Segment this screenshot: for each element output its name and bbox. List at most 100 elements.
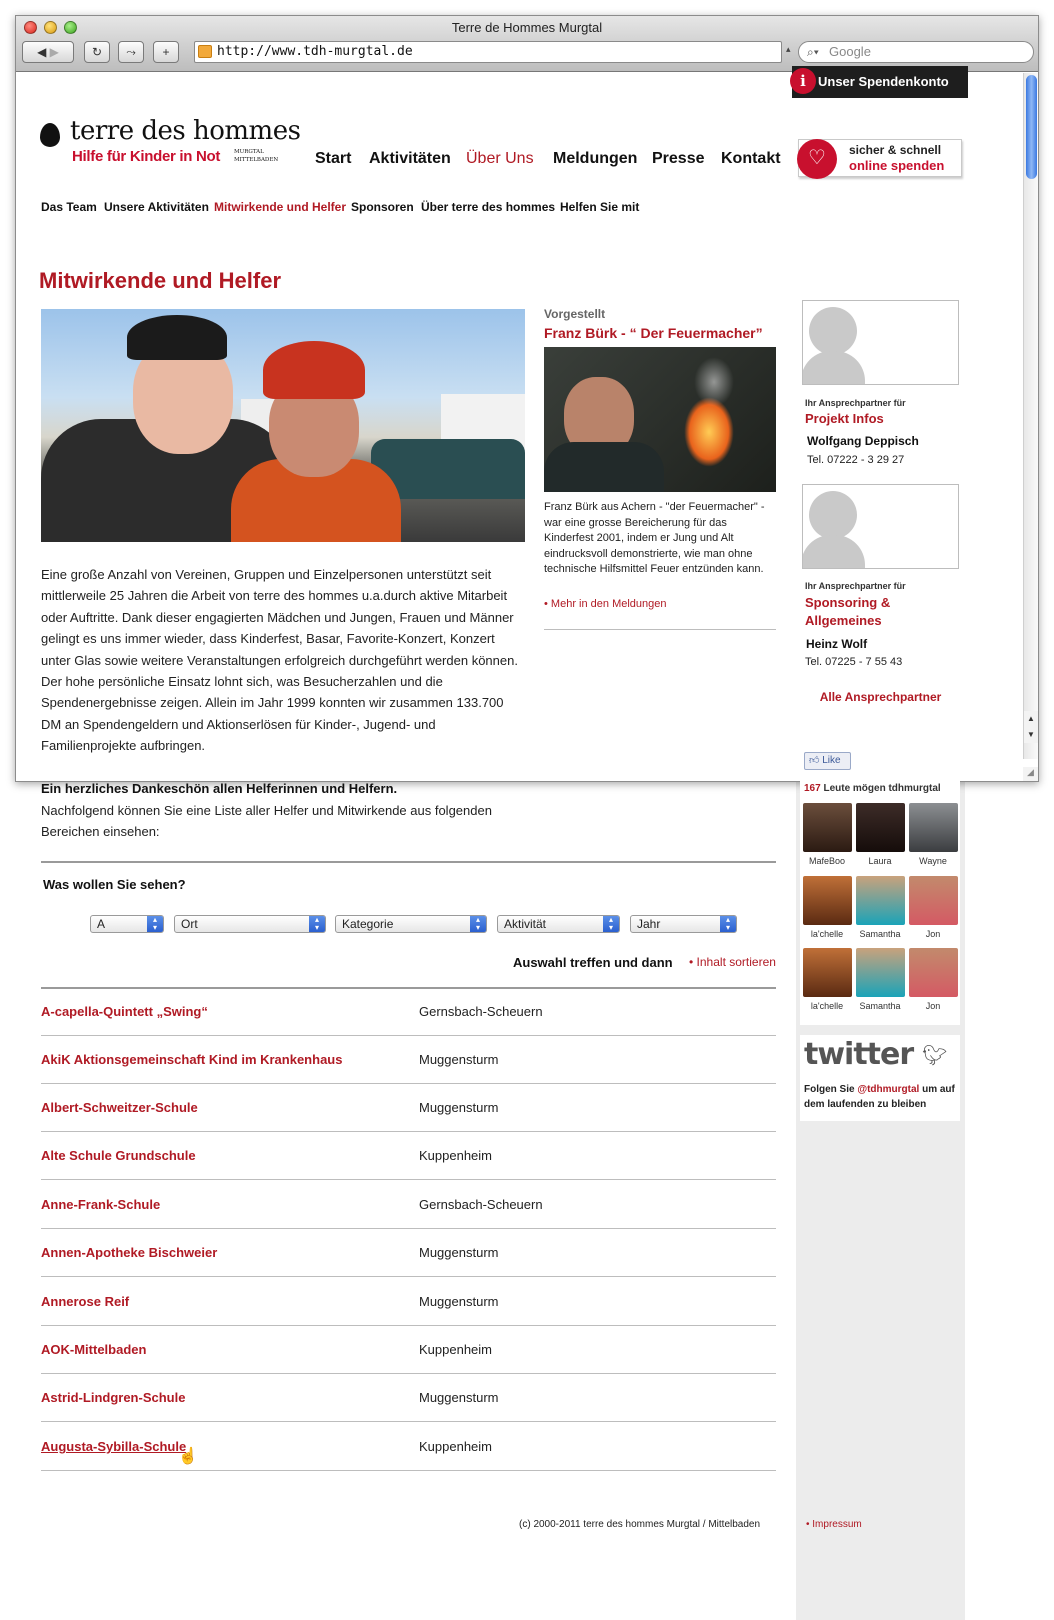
site-icon (198, 45, 212, 58)
table-row: A-capella-Quintett „Swing“ Gernsbach-Sche… (41, 988, 776, 1036)
footer-copyright: (c) 2000-2011 terre des hommes Murgtal /… (519, 1519, 761, 1530)
select-ort[interactable]: Ort ▴ ▾ (174, 915, 326, 933)
table-row: Albert-Schweitzer-Schule Muggensturm (41, 1084, 776, 1132)
url-dropdown-icon[interactable]: ▴ (786, 44, 791, 55)
subnav-helfen[interactable]: Helfen Sie mit (560, 200, 639, 214)
avatar[interactable] (856, 948, 905, 997)
helper-name-link[interactable]: A-capella-Quintett „Swing“ (41, 1004, 208, 1019)
helper-name-link[interactable]: AkiK Aktionsgemeinschaft Kind im Kranken… (41, 1052, 342, 1067)
select-arrows-icon: ▴ ▾ (309, 916, 325, 932)
subnav-sponsoren[interactable]: Sponsoren (351, 200, 414, 214)
nav-ueber-uns[interactable]: Über Uns (466, 150, 534, 168)
fan-name[interactable]: Laura (850, 856, 910, 866)
fan-name[interactable]: Jon (903, 929, 963, 939)
impressum-link[interactable]: • Impressum (806, 1519, 862, 1530)
select-letter-value: A (97, 917, 106, 931)
select-kategorie-value: Kategorie (342, 917, 394, 931)
fan-name[interactable]: la'chelle (797, 1001, 857, 1011)
add-bookmark-button[interactable]: + (153, 41, 179, 63)
like-label: Like (822, 755, 841, 766)
scrollbar-thumb[interactable] (1026, 75, 1037, 179)
helper-ort: Muggensturm (419, 1100, 499, 1115)
feature-title[interactable]: Franz Bürk - “ Der Feuermacher” (544, 325, 763, 341)
helper-ort: Muggensturm (419, 1245, 499, 1260)
avatar[interactable] (909, 803, 958, 852)
select-arrows-icon: ▴ ▾ (147, 916, 163, 932)
scroll-up-button[interactable]: ▲ (1023, 711, 1038, 727)
avatar[interactable] (803, 948, 852, 997)
reload-button[interactable]: ↻ (84, 41, 110, 63)
all-contacts-link[interactable]: Alle Ansprechpartner (796, 688, 965, 706)
helper-name-link[interactable]: Astrid-Lindgren-Schule (41, 1390, 185, 1405)
back-forward-buttons[interactable]: ◀ ▶ (22, 41, 74, 63)
avatar[interactable] (909, 948, 958, 997)
avatar[interactable] (909, 876, 958, 925)
fan-name[interactable]: Samantha (850, 929, 910, 939)
subnav-unsere-aktivitaeten[interactable]: Unsere Aktivitäten (104, 200, 209, 214)
avatar[interactable] (856, 876, 905, 925)
fan-name[interactable]: MafeBoo (797, 856, 857, 866)
bird-icon: 🐦︎ (922, 1045, 948, 1067)
helper-ort: Muggensturm (419, 1052, 499, 1067)
avatar[interactable] (803, 803, 852, 852)
scroll-down-button[interactable]: ▼ (1023, 727, 1038, 743)
filter-question: Was wollen Sie sehen? (43, 877, 186, 892)
search-field[interactable]: ⌕▾ Google (798, 41, 1034, 63)
select-aktivitaet[interactable]: Aktivität ▴ ▾ (497, 915, 620, 933)
url-text: http://www.tdh-murgtal.de (217, 44, 413, 59)
table-row: Annen-Apotheke Bischweier Muggensturm (41, 1229, 776, 1277)
helper-ort: Kuppenheim (419, 1148, 492, 1163)
select-arrows-icon: ▴ ▾ (603, 916, 619, 932)
resize-grip-icon[interactable]: ◢ (1023, 767, 1038, 781)
avatar[interactable] (803, 876, 852, 925)
subnav-ueber-tdh[interactable]: Über terre des hommes (421, 200, 555, 214)
address-bar[interactable]: http://www.tdh-murgtal.de (194, 41, 782, 63)
fan-name[interactable]: Wayne (903, 856, 963, 866)
twitter-handle[interactable]: @tdhmurgtal (857, 1084, 919, 1095)
helper-ort: Kuppenheim (419, 1342, 492, 1357)
online-spenden-button[interactable]: ♡ sicher & schnell online spenden (797, 139, 962, 179)
table-row: Astrid-Lindgren-Schule Muggensturm (41, 1374, 776, 1422)
snapback-button[interactable]: ⤳ (118, 41, 144, 63)
feature-more-link[interactable]: • Mehr in den Meldungen (544, 598, 667, 610)
select-jahr[interactable]: Jahr ▴ ▾ (630, 915, 737, 933)
subnav-das-team[interactable]: Das Team (41, 200, 97, 214)
logo-tagline: Hilfe für Kinder in Not (72, 148, 221, 165)
sort-content-link[interactable]: • Inhalt sortieren (689, 955, 776, 969)
helper-name-link[interactable]: Augusta-Sybilla-Schule (41, 1439, 186, 1454)
plus-icon: + (162, 45, 170, 59)
helper-name-link[interactable]: Annen-Apotheke Bischweier (41, 1245, 217, 1260)
fan-name[interactable]: Samantha (850, 1001, 910, 1011)
helper-name-link[interactable]: Anne-Frank-Schule (41, 1197, 160, 1212)
window-title: Terre de Hommes Murgtal (451, 20, 603, 35)
logo[interactable]: terre des hommes Hilfe für Kinder in Not… (40, 116, 301, 170)
snapback-icon: ⤳ (126, 45, 136, 59)
forward-arrow-icon[interactable]: ▶ (46, 45, 59, 59)
subnav-mitwirkende[interactable]: Mitwirkende und Helfer (214, 200, 346, 214)
helper-ort: Muggensturm (419, 1294, 499, 1309)
select-kategorie[interactable]: Kategorie ▴ ▾ (335, 915, 487, 933)
helper-name-link[interactable]: Albert-Schweitzer-Schule (41, 1100, 198, 1115)
nav-aktivitaeten[interactable]: Aktivitäten (369, 150, 451, 168)
nav-meldungen[interactable]: Meldungen (553, 150, 637, 168)
logo-name: terre des hommes (70, 116, 301, 146)
avatar[interactable] (856, 803, 905, 852)
nav-presse[interactable]: Presse (652, 150, 705, 168)
thanks-divider (41, 861, 776, 863)
select-letter[interactable]: A ▴ ▾ (90, 915, 164, 933)
back-arrow-icon[interactable]: ◀ (37, 45, 46, 59)
twitter-pre: Folgen Sie (804, 1084, 855, 1095)
twitter-logo[interactable]: twitter (804, 1037, 914, 1072)
spendenkonto-tab[interactable]: i Unser Spendenkonto (790, 66, 968, 98)
fan-name[interactable]: Jon (903, 1001, 963, 1011)
helper-name-link[interactable]: Annerose Reif (41, 1294, 129, 1309)
nav-kontakt[interactable]: Kontakt (721, 150, 781, 168)
fan-name[interactable]: la'chelle (797, 929, 857, 939)
scroll-down-icon: ▼ (1027, 730, 1035, 739)
helper-name-link[interactable]: Alte Schule Grundschule (41, 1148, 196, 1163)
vertical-scrollbar[interactable] (1023, 73, 1038, 759)
helper-name-link[interactable]: AOK-Mittelbaden (41, 1342, 146, 1357)
facebook-like-button[interactable]: 👍︎ Like (804, 752, 851, 770)
filter-action-text: Auswahl treffen und dann (513, 955, 673, 970)
nav-start[interactable]: Start (315, 150, 351, 168)
